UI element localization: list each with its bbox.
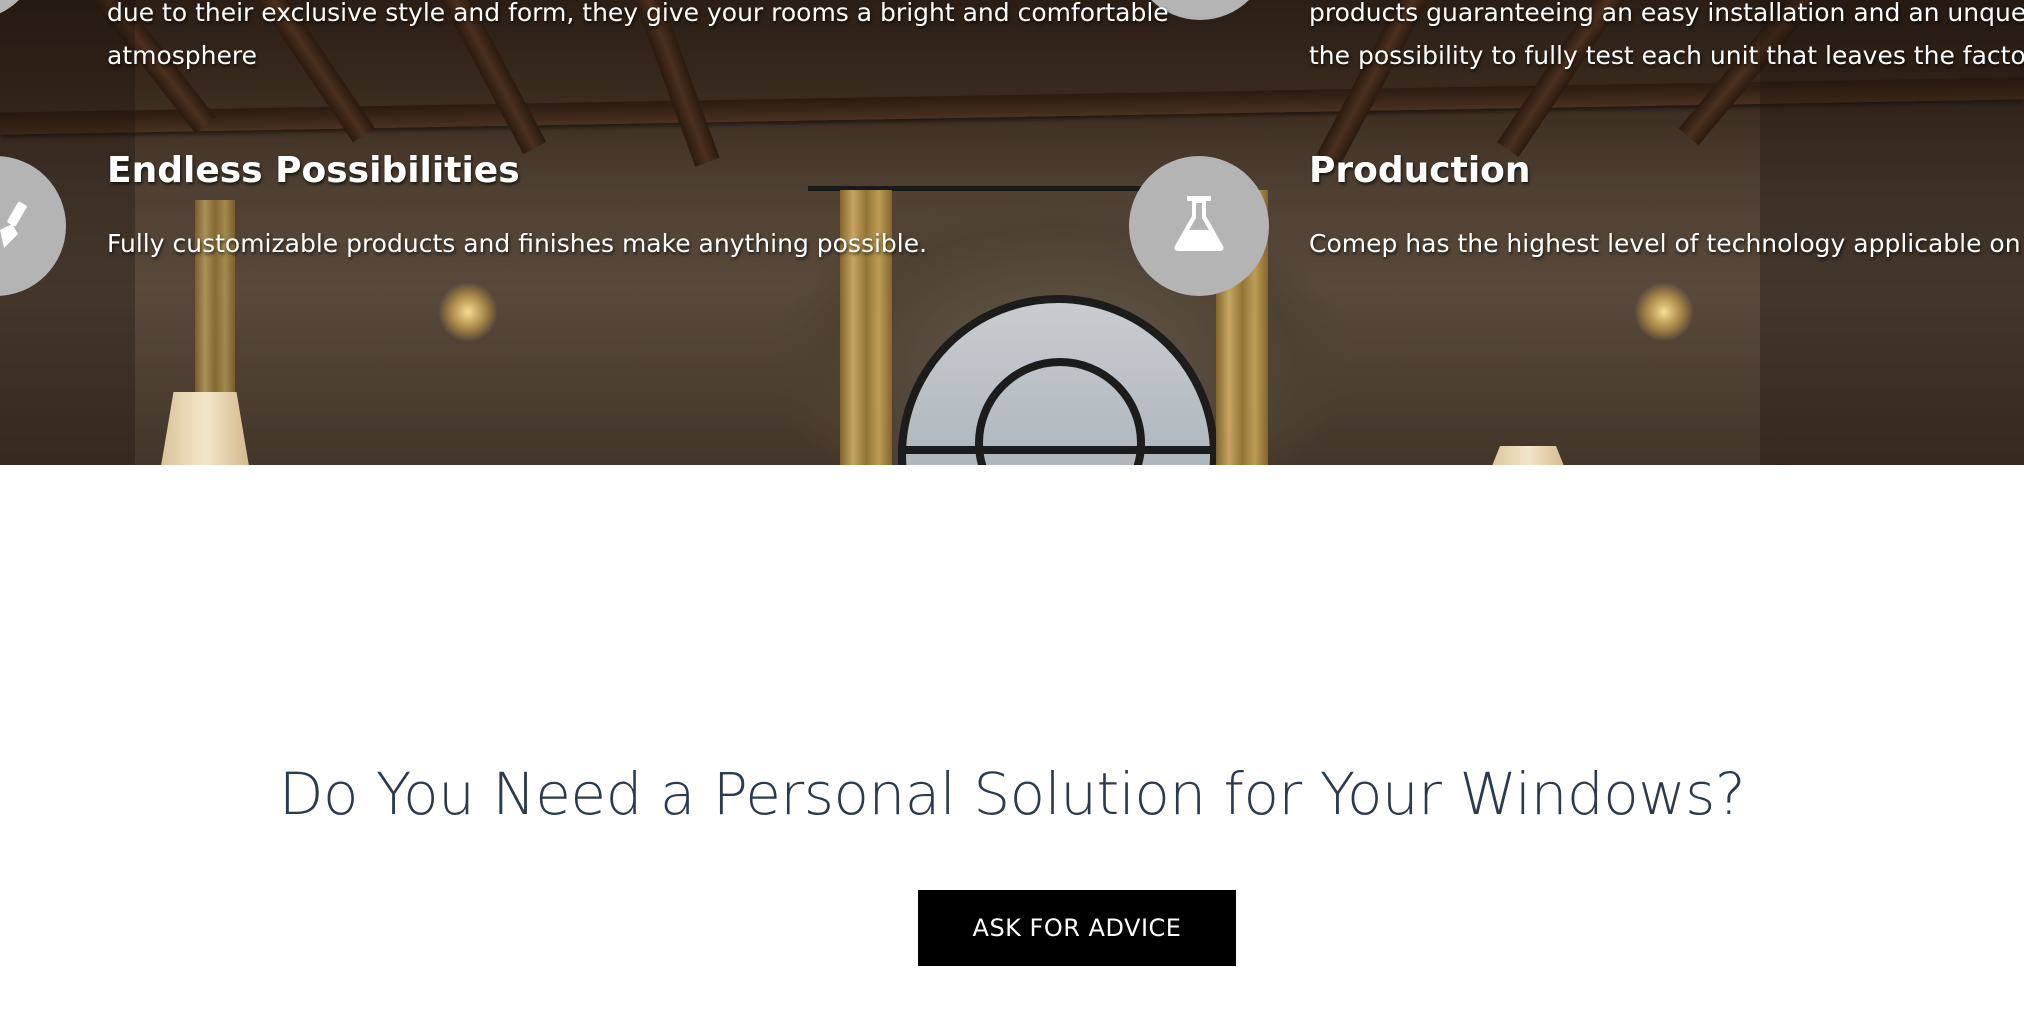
window-mullion bbox=[898, 446, 1218, 454]
table-lampshade bbox=[160, 392, 250, 465]
feature-text-line: due to their exclusive style and form, t… bbox=[107, 0, 1169, 27]
wall-lamp-glow bbox=[1634, 282, 1694, 342]
table-lampshade bbox=[1488, 446, 1568, 465]
feature-text-line: products guaranteeing an easy installati… bbox=[1309, 0, 2024, 27]
paintbrush-icon bbox=[0, 200, 32, 256]
feature-text-production: Comep has the highest level of technolog… bbox=[1309, 229, 2024, 258]
wall-lamp-glow bbox=[438, 282, 498, 342]
flask-icon bbox=[1171, 194, 1227, 258]
cta-heading: Do You Need a Personal Solution for Your… bbox=[278, 760, 1746, 828]
feature-text-line: the possibility to fully test each unit … bbox=[1309, 41, 2024, 70]
ask-for-advice-button[interactable]: ASK FOR ADVICE bbox=[918, 890, 1236, 966]
feature-title-endless-possibilities: Endless Possibilities bbox=[107, 150, 520, 191]
production-icon-circle bbox=[1129, 156, 1269, 296]
feature-title-production: Production bbox=[1309, 150, 1531, 191]
feature-text-endless-possibilities: Fully customizable products and finishes… bbox=[107, 229, 928, 258]
feature-text-line: atmosphere bbox=[107, 41, 257, 70]
features-section-background: due to their exclusive style and form, t… bbox=[0, 0, 2024, 465]
